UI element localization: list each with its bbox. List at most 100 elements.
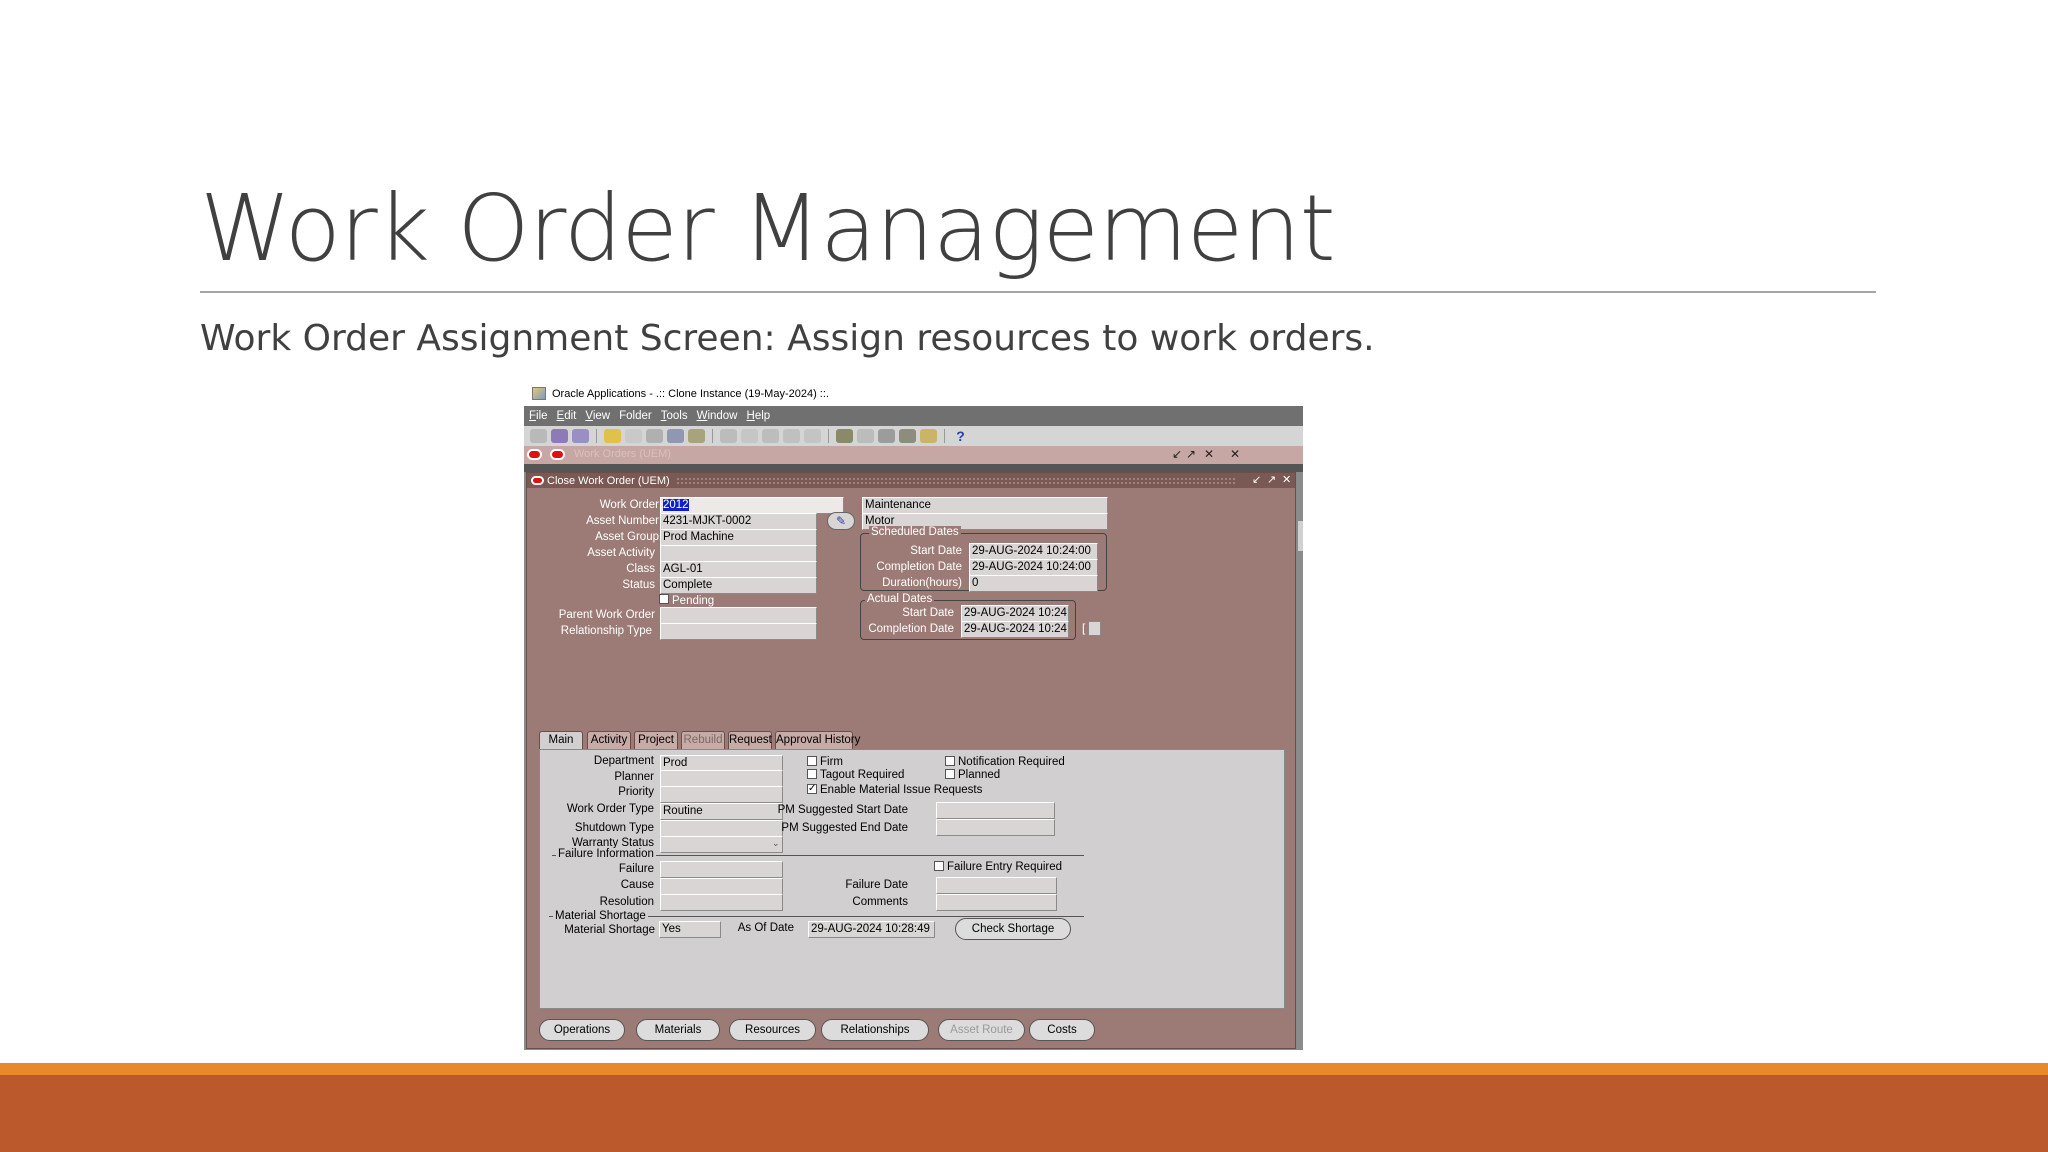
- menu-help[interactable]: Help: [747, 410, 771, 422]
- minimize-icon[interactable]: ↙: [1252, 473, 1261, 486]
- check-shortage-button[interactable]: Check Shortage: [955, 918, 1071, 940]
- tagout-required-checkbox[interactable]: [807, 769, 817, 779]
- planned-checkbox[interactable]: [945, 769, 955, 779]
- resolution-field[interactable]: [660, 894, 783, 911]
- failure-section-title: Failure Information: [556, 848, 656, 860]
- work-order-value: 2012: [663, 499, 689, 511]
- work-order-field[interactable]: 2012: [660, 497, 844, 514]
- close-icon[interactable]: ✕: [1204, 447, 1214, 461]
- work-order-type-field[interactable]: Routine: [660, 803, 783, 820]
- as-of-date-field[interactable]: 29-AUG-2024 10:28:49: [808, 921, 935, 938]
- relationship-type-field[interactable]: [660, 623, 817, 640]
- tab-request[interactable]: Request: [728, 731, 772, 750]
- cause-field[interactable]: [660, 878, 783, 895]
- oracle-icon: [527, 449, 542, 460]
- tab-activity[interactable]: Activity: [587, 731, 631, 750]
- failure-entry-required-checkbox[interactable]: [934, 861, 944, 871]
- firm-checkbox[interactable]: [807, 756, 817, 766]
- shutdown-type-field[interactable]: [660, 820, 783, 837]
- failure-entry-required-label: Failure Entry Required: [947, 861, 1063, 873]
- asset-group-label: Asset Group: [595, 531, 659, 543]
- pending-checkbox[interactable]: [659, 594, 669, 604]
- scrollbar[interactable]: [1298, 521, 1303, 551]
- notification-required-checkbox[interactable]: [945, 756, 955, 766]
- toolbar-separator: [828, 429, 829, 443]
- failure-field[interactable]: [660, 861, 783, 878]
- class-field[interactable]: AGL-01: [660, 561, 817, 578]
- paste-icon[interactable]: [762, 429, 779, 443]
- failure-date-field[interactable]: [936, 877, 1057, 894]
- enable-material-checkbox[interactable]: ✓: [807, 784, 817, 794]
- edit-field-icon[interactable]: [836, 429, 853, 443]
- oracle-icon: [531, 476, 544, 485]
- asset-group-field[interactable]: Prod Machine: [660, 529, 817, 546]
- operations-button[interactable]: Operations: [539, 1019, 625, 1041]
- attachments-icon[interactable]: [899, 429, 916, 443]
- save-icon[interactable]: [625, 429, 642, 443]
- pm-start-field[interactable]: [936, 802, 1055, 819]
- resources-button[interactable]: Resources: [729, 1019, 816, 1041]
- switch-icon[interactable]: [667, 429, 684, 443]
- menu-view[interactable]: View: [585, 410, 610, 422]
- zoom-icon[interactable]: [857, 429, 874, 443]
- parent-work-order-field[interactable]: [660, 607, 817, 624]
- close-icon[interactable]: ✕: [1230, 447, 1240, 461]
- folder-tools-icon[interactable]: [920, 429, 937, 443]
- navigator-icon[interactable]: [572, 429, 589, 443]
- pm-end-label: PM Suggested End Date: [781, 822, 908, 834]
- tab-project[interactable]: Project: [634, 731, 678, 750]
- menu-file[interactable]: File: [529, 410, 548, 422]
- tab-approval-history[interactable]: Approval History: [775, 731, 860, 750]
- asset-edit-icon[interactable]: ✎: [827, 512, 855, 530]
- asset-route-button[interactable]: Asset Route: [938, 1019, 1025, 1041]
- scheduled-completion-field[interactable]: 29-AUG-2024 10:24:00: [969, 559, 1098, 576]
- maximize-icon[interactable]: ↗: [1267, 473, 1276, 486]
- pm-end-field[interactable]: [936, 819, 1055, 836]
- department-label: Department: [593, 755, 654, 767]
- copy-icon[interactable]: [741, 429, 758, 443]
- maximize-icon[interactable]: ↗: [1186, 447, 1196, 461]
- chevron-down-icon[interactable]: ⌄: [772, 838, 780, 849]
- planner-label: Planner: [614, 771, 654, 783]
- next-step-icon[interactable]: [646, 429, 663, 443]
- close-icon[interactable]: ✕: [1282, 473, 1291, 486]
- new-icon[interactable]: [530, 429, 547, 443]
- warranty-status-select[interactable]: [660, 836, 783, 853]
- asset-activity-field[interactable]: [660, 545, 817, 562]
- actual-completion-field[interactable]: 29-AUG-2024 10:24:00: [961, 621, 1069, 638]
- actual-completion-label: Completion Date: [868, 623, 954, 635]
- tab-rebuild[interactable]: Rebuild: [681, 731, 725, 750]
- asset-activity-label: Asset Activity: [587, 547, 655, 559]
- relationships-button[interactable]: Relationships: [821, 1019, 929, 1041]
- duration-field[interactable]: 0: [969, 575, 1098, 592]
- translations-icon[interactable]: [878, 429, 895, 443]
- delete-icon[interactable]: [804, 429, 821, 443]
- find-icon[interactable]: [551, 429, 568, 443]
- status-field[interactable]: Complete: [660, 577, 817, 594]
- cut-icon[interactable]: [720, 429, 737, 443]
- cause-label: Cause: [620, 879, 654, 891]
- menu-folder[interactable]: Folder: [619, 410, 652, 422]
- asset-number-field[interactable]: 4231-MJKT-0002: [660, 513, 817, 530]
- work-order-description-field[interactable]: Maintenance: [862, 497, 1108, 514]
- minimize-icon[interactable]: ↙: [1172, 447, 1182, 461]
- comments-field[interactable]: [936, 894, 1057, 911]
- actual-start-field[interactable]: 29-AUG-2024 10:24:00: [961, 605, 1069, 622]
- help-icon[interactable]: ?: [952, 429, 969, 443]
- flexfield-box[interactable]: [1088, 621, 1101, 636]
- materials-button[interactable]: Materials: [636, 1019, 720, 1041]
- material-shortage-field[interactable]: Yes: [659, 921, 721, 938]
- print-icon[interactable]: [688, 429, 705, 443]
- window-strip: [524, 464, 1303, 472]
- open-folder-icon[interactable]: [604, 429, 621, 443]
- comments-label: Comments: [852, 896, 908, 908]
- priority-field[interactable]: [660, 786, 783, 803]
- menu-tools[interactable]: Tools: [661, 410, 688, 422]
- menu-window[interactable]: Window: [697, 410, 738, 422]
- planner-field[interactable]: [660, 770, 783, 787]
- costs-button[interactable]: Costs: [1029, 1019, 1095, 1041]
- menu-edit[interactable]: Edit: [557, 410, 577, 422]
- tab-label: Request: [729, 734, 772, 746]
- scheduled-start-field[interactable]: 29-AUG-2024 10:24:00: [969, 543, 1098, 560]
- clear-icon[interactable]: [783, 429, 800, 443]
